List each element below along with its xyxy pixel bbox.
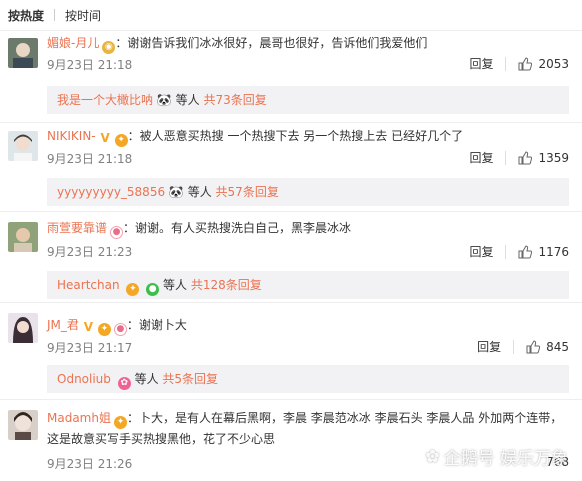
frog-icon: ● (146, 283, 160, 296)
comment-line: NIKIKIN- V ✦ ：被人恶意买热搜 一个热搜下去 另一个热搜上去 已经好几个了 (47, 127, 463, 147)
watermark-text: 企鹅号 娱乐万象 (443, 449, 568, 469)
comment-text: ：谢谢告诉我们冰冰很好，晨哥也很好，告诉他们我爱他们 (115, 36, 428, 50)
reply-summary[interactable]: Odnoliub ✿ 等人 共5条回复 (47, 365, 569, 393)
thumbs-up-icon (518, 244, 533, 258)
reply-username[interactable]: yyyyyyyyy_58856 (57, 185, 165, 199)
reply-button[interactable]: 回复 (469, 149, 493, 166)
comment-text: ：谢谢。有人买热搜洗白自己，黑李晨冰冰 (123, 221, 352, 235)
avatar[interactable] (8, 131, 38, 161)
divider (0, 122, 582, 123)
comment-line: 媚娘-月儿 ◉ ：谢谢告诉我们冰冰很好，晨哥也很好，告诉他们我爱他们 (47, 34, 427, 54)
like-button[interactable]: 845 (526, 340, 569, 354)
like-count: 845 (546, 339, 569, 354)
thumbs-up-icon (518, 56, 533, 70)
reply-others-label: 等人 (134, 372, 159, 386)
comment-text-continued: 这是故意买写手买热搜黑他，花了不少心思 (47, 432, 276, 446)
tab-sort-by-time[interactable]: 按时间 (65, 7, 101, 24)
reply-others-label: 等人 (163, 278, 188, 292)
reply-button[interactable]: 回复 (477, 338, 501, 355)
panda-icon: 🐼 (168, 185, 184, 199)
reply-button[interactable]: 回复 (469, 243, 493, 260)
watermark-logo-icon: ✿ (425, 446, 440, 467)
tab-divider (54, 9, 56, 21)
like-count: 1176 (538, 244, 569, 259)
avatar[interactable] (8, 313, 38, 343)
panda-icon: 🐼 (156, 93, 172, 107)
divider (0, 399, 582, 400)
level-badge-icon: ✦ (97, 323, 111, 336)
comment-actions: 回复 845 (477, 338, 569, 355)
username[interactable]: 雨萱要靠谱 (47, 221, 107, 235)
action-divider (505, 56, 507, 71)
like-button[interactable]: 1359 (518, 151, 569, 165)
reply-count-link[interactable]: 共5条回复 (162, 372, 218, 386)
comment-text: ：被人恶意买热搜 一个热搜下去 另一个热搜上去 已经好几个了 (127, 129, 464, 143)
avatar[interactable] (8, 222, 38, 252)
reply-summary[interactable]: Heartchan ✦ ● 等人 共128条回复 (47, 271, 569, 299)
reply-username[interactable]: 我是一个大橄比呐 (57, 93, 153, 107)
reply-others-label: 等人 (175, 93, 200, 107)
level-badge-icon: ✦ (113, 416, 127, 429)
comment-line: JM_君 V ✦ ● ：谢谢卜大 (47, 316, 187, 336)
comment-actions: 回复 2053 (469, 55, 569, 72)
action-divider (513, 339, 515, 354)
level-badge-icon: ✦ (126, 283, 140, 296)
thumbs-up-icon (518, 150, 533, 164)
comment-time: 9月23日 21:18 (47, 58, 133, 72)
comment-time: 9月23日 21:17 (47, 341, 133, 355)
comment-time: 9月23日 21:26 (47, 457, 133, 471)
verified-v-icon: V (83, 320, 94, 334)
username[interactable]: JM_君 (47, 318, 79, 332)
tab-sort-by-hot[interactable]: 按热度 (8, 7, 44, 24)
comment-text: ：卜大，是有人在幕后黑啊，李晨 李晨范冰冰 李晨石头 李晨人品 外加两个连带， (126, 411, 563, 425)
username[interactable]: Madamh姐 (47, 411, 111, 425)
pig-icon: ● (113, 323, 127, 336)
avatar[interactable] (8, 410, 38, 440)
like-button[interactable]: 1176 (518, 245, 569, 259)
reply-count-link[interactable]: 共57条回复 (216, 185, 279, 199)
divider (0, 30, 582, 31)
comment-line: Madamh姐 ✦ ：卜大，是有人在幕后黑啊，李晨 李晨范冰冰 李晨石头 李晨人品 … (47, 409, 562, 429)
flower-icon: ✿ (117, 377, 131, 390)
comment-actions: 回复 1359 (469, 149, 569, 166)
comment-text: ：谢谢卜大 (126, 318, 187, 332)
comment-time: 9月23日 21:18 (47, 152, 133, 166)
comment-line: 雨萱要靠谱 ● ：谢谢。有人买热搜洗白自己，黑李晨冰冰 (47, 219, 351, 239)
avatar[interactable] (8, 38, 38, 68)
reply-summary[interactable]: yyyyyyyyy_58856 🐼 等人 共57条回复 (47, 178, 569, 206)
reply-username[interactable]: Heartchan (57, 278, 120, 292)
divider (0, 302, 582, 303)
divider (0, 211, 582, 212)
reply-username[interactable]: Odnoliub (57, 372, 111, 386)
comment-time: 9月23日 21:23 (47, 245, 133, 259)
pig-icon: ● (110, 226, 124, 239)
username[interactable]: 媚娘-月儿 (47, 36, 99, 50)
action-divider (505, 150, 507, 165)
sort-tabs: 按热度 按时间 (0, 0, 582, 30)
reply-summary[interactable]: 我是一个大橄比呐 🐼 等人 共73条回复 (47, 86, 569, 114)
like-button[interactable]: 2053 (518, 57, 569, 71)
thumbs-up-icon (526, 339, 541, 353)
level-badge-icon: ✦ (114, 134, 128, 147)
reply-others-label: 等人 (187, 185, 212, 199)
reply-button[interactable]: 回复 (469, 55, 493, 72)
username[interactable]: NIKIKIN- (47, 129, 96, 143)
verified-v-icon: V (100, 131, 110, 145)
like-count: 1359 (538, 150, 569, 165)
comment-actions: 回复 1176 (469, 243, 569, 260)
watermark: ✿ 企鹅号 娱乐万象 (425, 444, 568, 470)
action-divider (505, 244, 507, 259)
comment-line-2: 这是故意买写手买热搜黑他，花了不少心思 (47, 430, 275, 448)
like-count: 2053 (538, 56, 569, 71)
reply-count-link[interactable]: 共73条回复 (203, 93, 266, 107)
reply-count-link[interactable]: 共128条回复 (191, 278, 262, 292)
level-badge-icon: ◉ (102, 41, 116, 54)
